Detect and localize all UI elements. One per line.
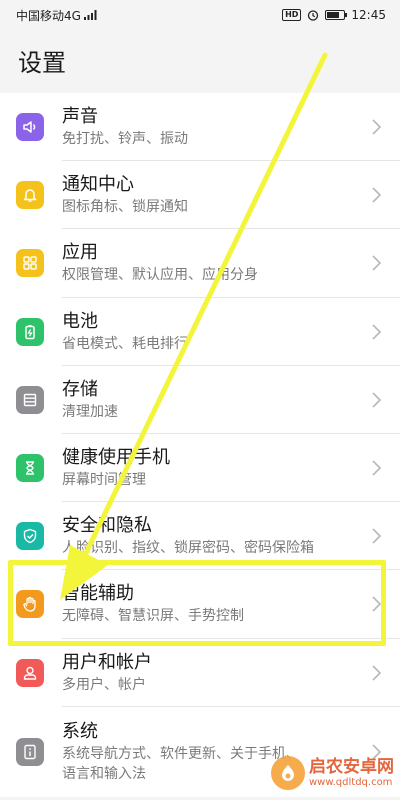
- hourglass-icon: [16, 454, 44, 483]
- settings-item-notification-center[interactable]: 通知中心 图标角标、锁屏通知: [0, 161, 400, 230]
- settings-item-subtitle: 屏幕时间管理: [62, 472, 146, 489]
- settings-item-subtitle: 省电模式、耗电排行: [62, 335, 188, 352]
- settings-item-title: 存储: [62, 378, 98, 400]
- signal-icon: [83, 10, 97, 20]
- settings-item-title: 声音: [62, 106, 98, 128]
- speaker-icon: [16, 113, 44, 142]
- status-bar: 中国移动4G HD 12:45: [0, 0, 400, 30]
- settings-item-apps[interactable]: 应用 权限管理、默认应用、应用分身: [0, 229, 400, 298]
- settings-item-subtitle: 权限管理、默认应用、应用分身: [62, 267, 258, 284]
- bell-icon: [16, 181, 44, 210]
- settings-item-sound[interactable]: 声音 免打扰、铃声、振动: [0, 93, 400, 162]
- settings-item-title: 通知中心: [62, 174, 134, 196]
- watermark: 启农安卓网 www.qdltdq.com: [271, 756, 394, 790]
- battery-status-icon: [325, 10, 348, 20]
- settings-item-digital-balance[interactable]: 健康使用手机 屏幕时间管理: [0, 433, 400, 503]
- chevron-right-icon: [372, 119, 382, 135]
- apps-grid-icon: [16, 249, 44, 278]
- chevron-right-icon: [372, 596, 382, 612]
- settings-item-storage[interactable]: 存储 清理加速: [0, 365, 400, 435]
- settings-item-subtitle: 多用户、帐户: [62, 676, 146, 693]
- watermark-url: www.qdltdq.com: [309, 776, 393, 788]
- settings-item-title: 安全和隐私: [62, 515, 152, 537]
- shield-check-icon: [16, 522, 44, 551]
- chevron-right-icon: [372, 528, 382, 544]
- settings-item-security-privacy[interactable]: 安全和隐私 人脸识别、指纹、锁屏密码、密码保险箱: [0, 502, 400, 571]
- carrier-label: 中国移动4G: [16, 8, 81, 23]
- settings-item-title: 应用: [62, 242, 98, 264]
- settings-item-subtitle: 图标角标、锁屏通知: [62, 199, 188, 216]
- watermark-logo-icon: [271, 756, 305, 790]
- chevron-right-icon: [372, 460, 382, 476]
- settings-item-subtitle: 免打扰、铃声、振动: [62, 131, 188, 148]
- watermark-title: 启农安卓网: [309, 756, 394, 777]
- hd-badge: HD: [282, 9, 302, 21]
- storage-icon: [16, 385, 44, 414]
- settings-item-users-accounts[interactable]: 用户和帐户 多用户、帐户: [0, 638, 400, 707]
- user-icon: [16, 658, 44, 687]
- chevron-right-icon: [372, 665, 382, 681]
- settings-item-title: 智能辅助: [62, 583, 134, 605]
- chevron-right-icon: [372, 324, 382, 340]
- settings-list: 声音 免打扰、铃声、振动 通知中心 图标角标、锁屏通知 应用 权限管理、默认应用…: [0, 93, 400, 797]
- settings-item-subtitle: 人脸识别、指纹、锁屏密码、密码保险箱: [62, 540, 314, 557]
- page-title: 设置: [0, 30, 400, 90]
- settings-item-smart-assistance[interactable]: 智能辅助 无障碍、智慧识屏、手势控制: [0, 570, 400, 639]
- chevron-right-icon: [372, 187, 382, 203]
- hand-icon: [16, 590, 44, 619]
- battery-icon: [16, 317, 44, 346]
- chevron-right-icon: [372, 255, 382, 272]
- info-icon: [16, 737, 44, 766]
- settings-item-title: 健康使用手机: [62, 447, 170, 469]
- settings-item-title: 用户和帐户: [62, 651, 152, 673]
- settings-item-title: 电池: [62, 310, 98, 332]
- alarm-icon: [308, 10, 319, 21]
- settings-item-title: 系统: [62, 720, 98, 742]
- chevron-right-icon: [372, 392, 382, 408]
- clock-time: 12:45: [351, 8, 386, 22]
- settings-item-subtitle: 清理加速: [62, 403, 118, 420]
- settings-item-subtitle: 无障碍、智慧识屏、手势控制: [62, 608, 244, 625]
- settings-item-battery[interactable]: 电池 省电模式、耗电排行: [0, 297, 400, 366]
